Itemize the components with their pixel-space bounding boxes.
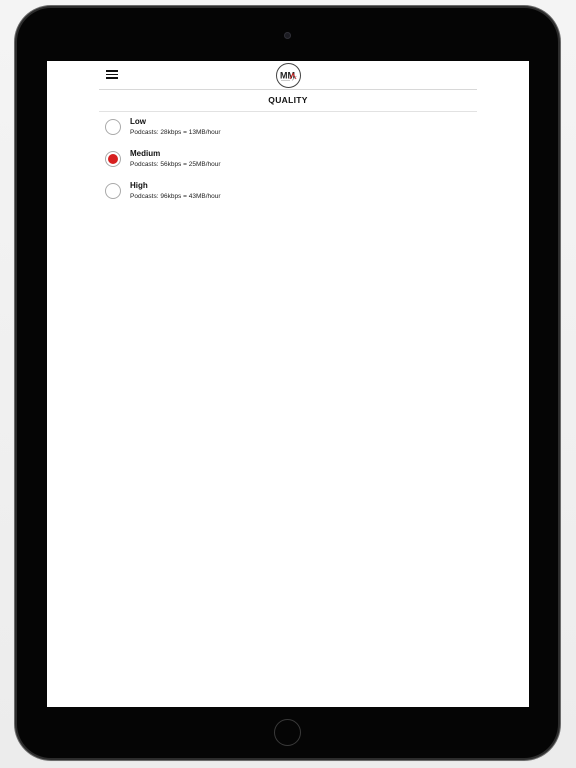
hamburger-menu-icon[interactable] [106,70,118,79]
svg-text:MM: MM [280,71,295,81]
option-label: Medium [130,149,161,158]
quality-option-high[interactable]: High Podcasts: 96kbps = 43MB/hour [104,180,474,212]
page-header: QUALITY [99,90,477,112]
option-description: Podcasts: 56kbps = 25MB/hour [130,161,221,168]
top-navigation-bar: MM [99,61,477,90]
quality-option-low[interactable]: Low Podcasts: 28kbps = 13MB/hour [104,116,474,148]
option-label: Low [130,117,146,126]
home-button[interactable] [274,719,301,746]
app-logo-image: MM [280,71,297,81]
option-description: Podcasts: 96kbps = 43MB/hour [130,193,221,200]
option-description: Podcasts: 28kbps = 13MB/hour [130,129,221,136]
quality-options-list: Low Podcasts: 28kbps = 13MB/hour Medium … [104,116,474,212]
radio-button-medium[interactable] [105,151,121,167]
app-screen: MM QUALITY Low Podcasts: 28kbps = 13MB/h… [47,61,529,707]
radio-button-low[interactable] [105,119,121,135]
radio-button-high[interactable] [105,183,121,199]
app-logo: MM [276,63,301,88]
camera-icon [284,32,291,39]
tablet-device: MM QUALITY Low Podcasts: 28kbps = 13MB/h… [17,8,558,758]
option-label: High [130,181,148,190]
quality-option-medium[interactable]: Medium Podcasts: 56kbps = 25MB/hour [104,148,474,180]
page-title: QUALITY [268,95,308,105]
